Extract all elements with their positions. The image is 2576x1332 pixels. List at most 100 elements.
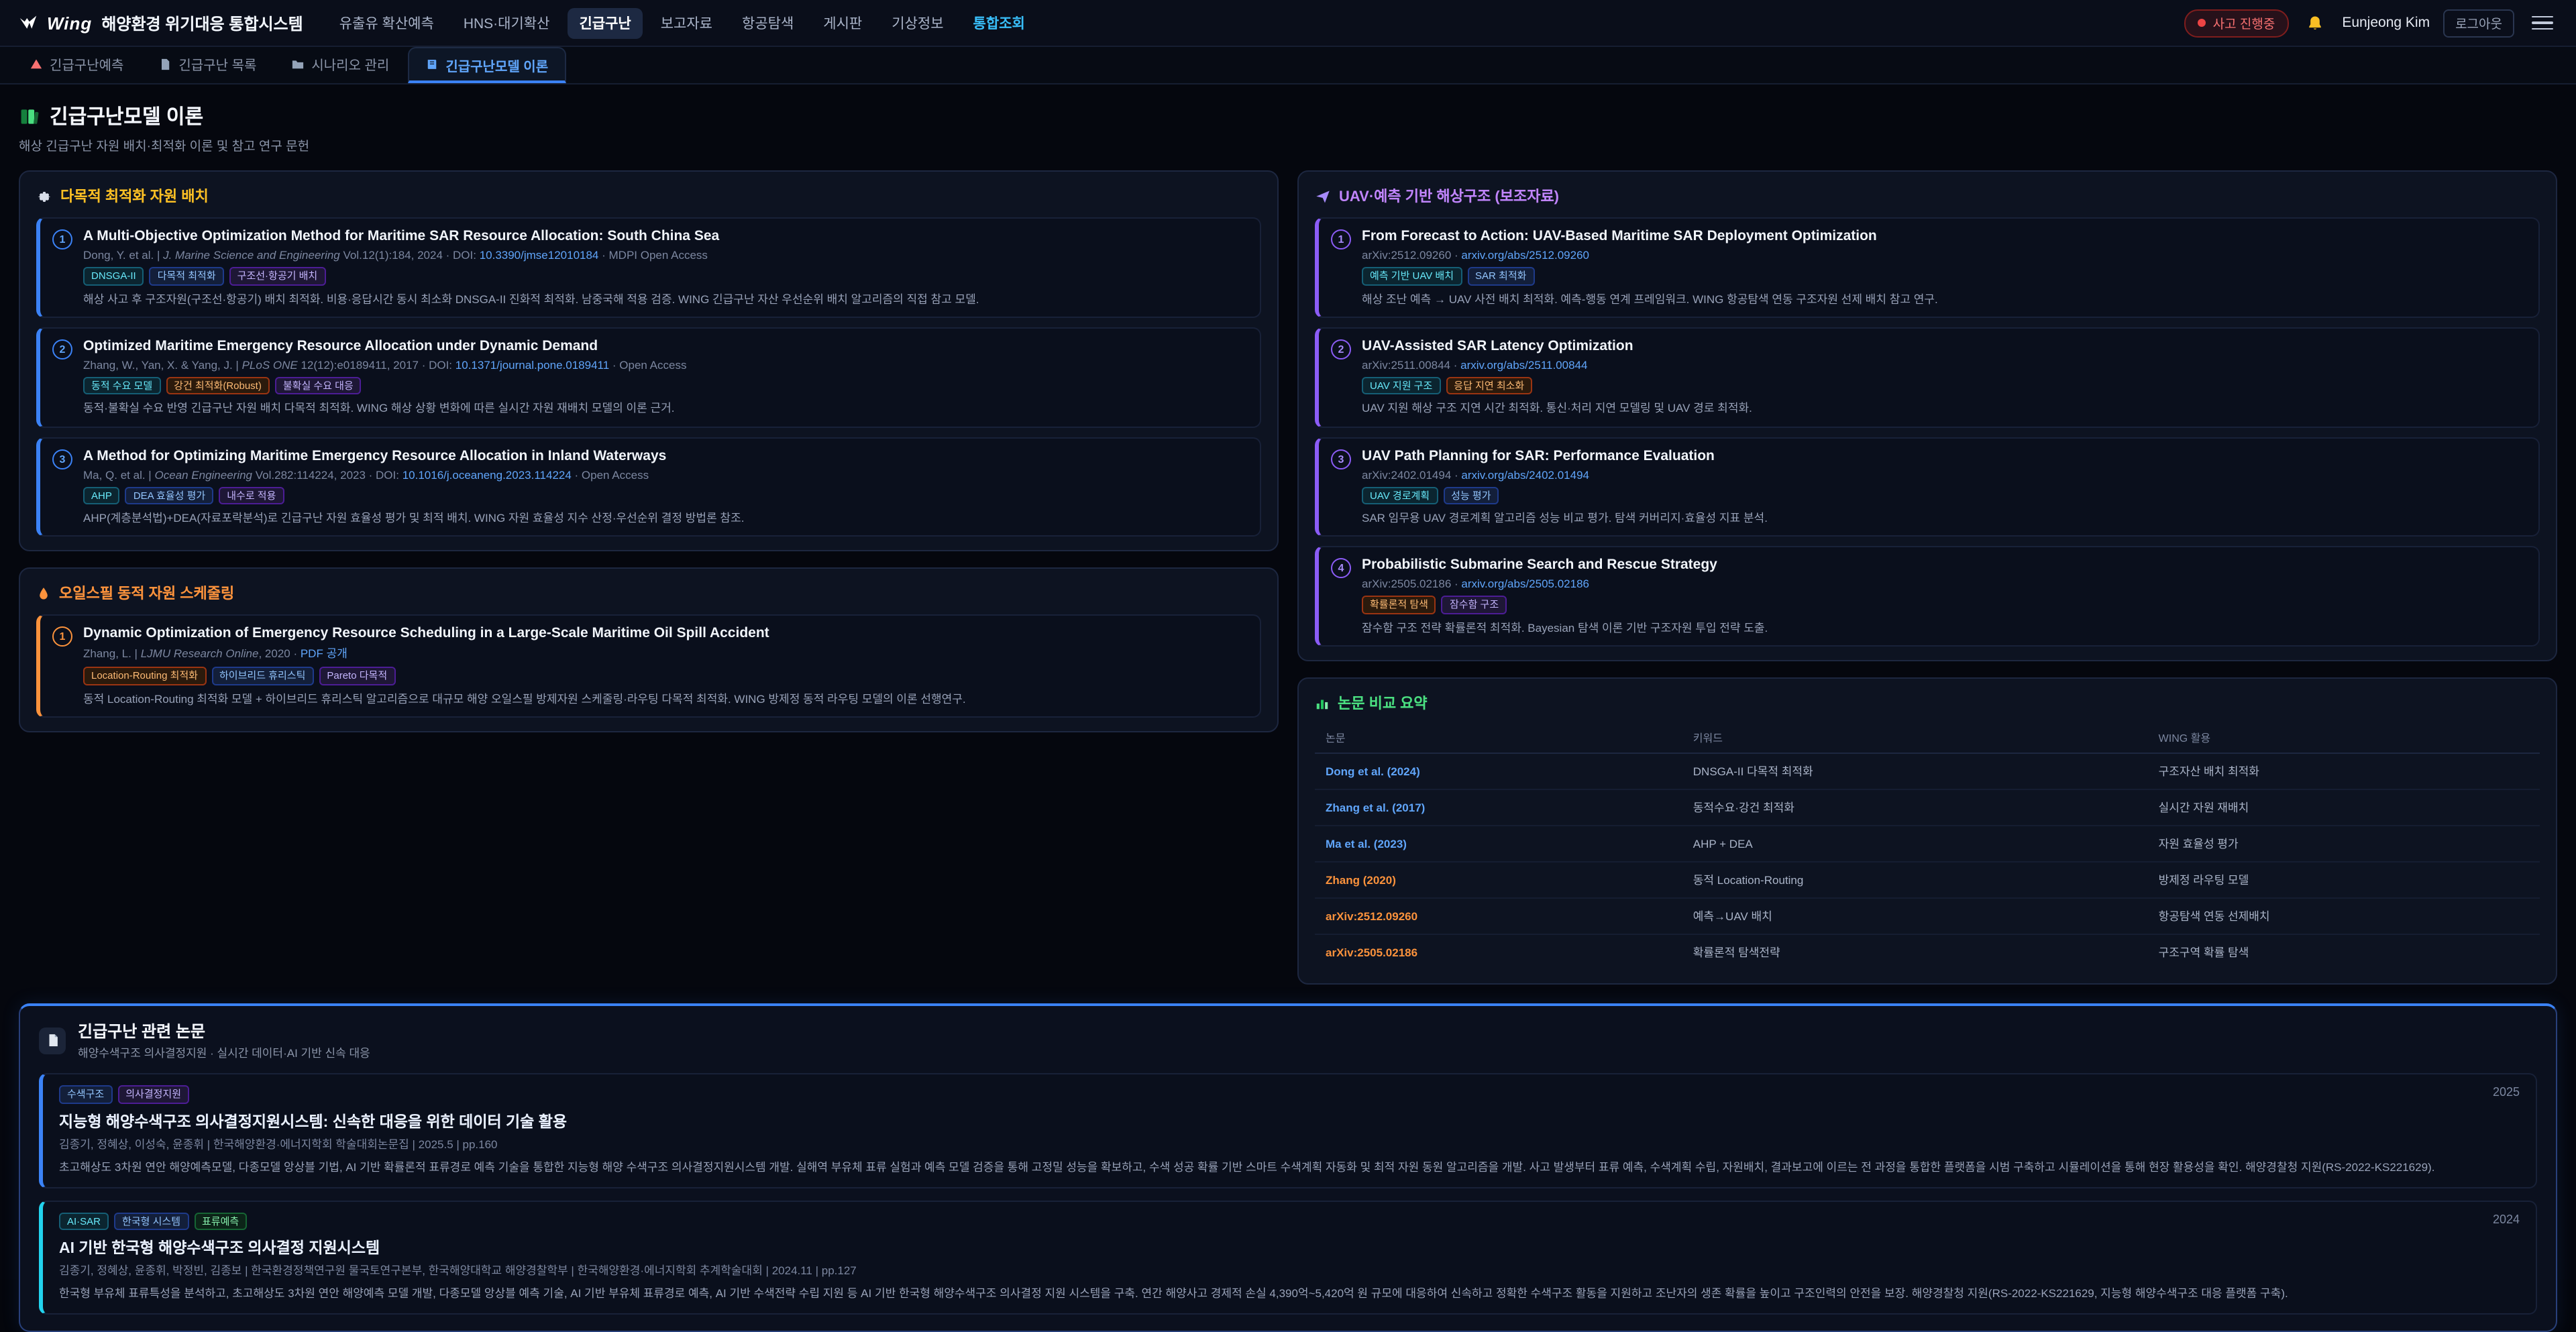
- paper-number: 1: [1331, 229, 1351, 249]
- paper-link[interactable]: Zhang et al. (2017): [1315, 790, 1682, 826]
- arxiv-id: arXiv:2505.02186 ·: [1362, 577, 1461, 591]
- section-oil-spill-scheduling: 오일스필 동적 자원 스케줄링 1 Dynamic Optimization o…: [19, 568, 1279, 733]
- nav-item-hns[interactable]: HNS·대기확산: [451, 7, 562, 38]
- logout-button[interactable]: 로그아웃: [2443, 9, 2514, 37]
- tag: 한국형 시스템: [114, 1212, 189, 1230]
- gear-icon: [36, 188, 52, 204]
- arxiv-link[interactable]: arxiv.org/abs/2512.09260: [1461, 248, 1589, 262]
- nav-item-integrated-search[interactable]: 통합조회: [961, 7, 1037, 38]
- tag: SAR 최적화: [1467, 267, 1534, 285]
- tag: UAV 지원 구조: [1362, 377, 1440, 395]
- section-title: 논문 비교 요약: [1338, 693, 1428, 714]
- paper-title: 지능형 해양수색구조 의사결정지원시스템: 신속한 대응을 위한 데이터 기술 …: [59, 1111, 2520, 1132]
- paper-link[interactable]: Ma et al. (2023): [1315, 826, 1682, 863]
- paper-link[interactable]: Dong et al. (2024): [1315, 754, 1682, 790]
- column-header: WING 활용: [2148, 725, 2540, 754]
- paper-tags: 수색구조 의사결정지원: [59, 1086, 2520, 1104]
- paper-link[interactable]: Zhang (2020): [1315, 863, 1682, 899]
- doi-link[interactable]: 10.1371/journal.pone.0189411: [455, 358, 609, 372]
- tag: 불확실 수요 대응: [275, 377, 362, 395]
- tab-scenario-management[interactable]: 시나리오 관리: [275, 47, 405, 83]
- paper-journal: Ocean Engineering: [154, 467, 252, 481]
- paper-link[interactable]: arXiv:2512.09260: [1315, 899, 1682, 935]
- tag: 확률론적 탐색: [1362, 596, 1436, 614]
- tag: Location-Routing 최적화: [83, 667, 206, 685]
- incident-status-badge[interactable]: 사고 진행중: [2185, 9, 2289, 37]
- doi-link[interactable]: 10.3390/jmse12010184: [480, 248, 599, 262]
- sub-tab-bar: 긴급구난예측 긴급구난 목록 시나리오 관리 긴급구난모델 이론: [0, 47, 2576, 85]
- paper-meta: Ma, Q. et al. | Ocean Engineering Vol.28…: [83, 467, 1248, 481]
- doi-link[interactable]: 10.1016/j.oceaneng.2023.114224: [402, 467, 572, 481]
- nav-item-rescue[interactable]: 긴급구난: [567, 7, 643, 38]
- paper-description: SAR 임무용 UAV 경로계획 알고리즘 성능 비교 평가. 탐색 커버리지·…: [1362, 510, 2526, 526]
- tag: 구조선·항공기 배치: [229, 267, 326, 285]
- paper-link[interactable]: arXiv:2505.02186: [1315, 935, 1682, 970]
- paper-authors: 김종기, 정혜상, 이성숙, 윤종휘 | 한국해양환경·에너지학회 학술대회논문…: [59, 1136, 2520, 1152]
- droplet-icon: [36, 586, 51, 601]
- tag: 내수로 적용: [219, 486, 284, 504]
- paper-description: 잠수함 구조 전략 확률론적 최적화. Bayesian 탐색 이론 기반 구조…: [1362, 620, 2526, 636]
- bar-chart-icon: [1315, 696, 1330, 711]
- paper-title: UAV Path Planning for SAR: Performance E…: [1362, 447, 2526, 463]
- logo-text: Wing: [47, 13, 92, 33]
- paper-authors: Ma, Q. et al. |: [83, 467, 154, 481]
- tag: UAV 경로계획: [1362, 486, 1438, 504]
- incident-status-label: 사고 진행중: [2213, 13, 2275, 32]
- arxiv-link[interactable]: arxiv.org/abs/2511.00844: [1460, 358, 1587, 372]
- paper-description: 동적·불확실 수요 반영 긴급구난 자원 배치 다목적 최적화. WING 해상…: [83, 400, 1248, 417]
- arxiv-id: arXiv:2511.00844 ·: [1362, 358, 1460, 372]
- tag: 응답 지연 최소화: [1446, 377, 1532, 395]
- usage-cell: 항공탐색 연동 선제배치: [2148, 899, 2540, 935]
- nav-item-reports[interactable]: 보고자료: [649, 7, 724, 38]
- nav-item-aerial-search[interactable]: 항공탐색: [730, 7, 806, 38]
- page-title: 긴급구난모델 이론: [50, 102, 203, 130]
- paper-title: A Method for Optimizing Maritime Emergen…: [83, 447, 1248, 463]
- arxiv-id: arXiv:2512.09260 ·: [1362, 248, 1461, 262]
- arxiv-link[interactable]: arxiv.org/abs/2505.02186: [1461, 577, 1589, 591]
- tag: 잠수함 구조: [1442, 596, 1507, 614]
- nav-item-weather[interactable]: 기상정보: [879, 7, 955, 38]
- section-title: 다목적 최적화 자원 배치: [60, 185, 209, 207]
- usage-cell: 구조자산 배치 최적화: [2148, 754, 2540, 790]
- paper-title: From Forecast to Action: UAV-Based Marit…: [1362, 228, 2526, 244]
- tag: DEA 효율성 평가: [125, 486, 213, 504]
- tab-rescue-list[interactable]: 긴급구난 목록: [142, 47, 272, 83]
- arxiv-link[interactable]: arxiv.org/abs/2402.01494: [1461, 467, 1589, 481]
- paper-tags: AHP DEA 효율성 평가 내수로 적용: [83, 486, 1248, 504]
- paper-authors: Dong, Y. et al. |: [83, 248, 163, 262]
- nav-item-oil-spill[interactable]: 유출유 확산예측: [327, 7, 446, 38]
- paper-item: 3 A Method for Optimizing Maritime Emerg…: [36, 437, 1261, 537]
- tab-rescue-model-theory[interactable]: 긴급구난모델 이론: [408, 47, 566, 83]
- paper-year: 2024: [2493, 1212, 2520, 1225]
- books-icon: [19, 105, 40, 127]
- keyword-cell: DNSGA-II 다목적 최적화: [1682, 754, 2148, 790]
- paper-volume: 12(12):e0189411, 2017 · DOI:: [298, 358, 455, 372]
- page-header: 긴급구난모델 이론 해상 긴급구난 자원 배치·최적화 이론 및 참고 연구 문…: [0, 85, 2576, 160]
- folder-icon: [291, 57, 305, 70]
- paper-year: 2025: [2493, 1086, 2520, 1099]
- paper-authors: 김종기, 정혜상, 윤종휘, 박정빈, 김종보 | 한국환경정책연구원 물국토연…: [59, 1262, 2520, 1278]
- red-dot-icon: [2198, 19, 2206, 27]
- pdf-link[interactable]: PDF 공개: [301, 647, 347, 661]
- hamburger-menu-icon[interactable]: [2528, 11, 2557, 34]
- paper-abstract: 한국형 부유체 표류특성을 분석하고, 초고해상도 3차원 연안 해양예측 모델…: [59, 1285, 2520, 1302]
- table-row: Dong et al. (2024) DNSGA-II 다목적 최적화 구조자산…: [1315, 754, 2540, 790]
- user-name: Eunjeong Kim: [2342, 15, 2430, 31]
- left-column: 다목적 최적화 자원 배치 1 A Multi-Objective Optimi…: [19, 170, 1279, 733]
- tab-rescue-prediction[interactable]: 긴급구난예측: [13, 47, 140, 83]
- keyword-cell: 동적 Location-Routing: [1682, 863, 2148, 899]
- notification-bell-icon[interactable]: [2302, 9, 2328, 36]
- paper-title: Dynamic Optimization of Emergency Resour…: [83, 626, 1248, 642]
- nav-item-board[interactable]: 게시판: [811, 7, 874, 38]
- right-column: UAV·예측 기반 해상구조 (보조자료) 1 From Forecast to…: [1297, 170, 2557, 985]
- paper-meta: Zhang, W., Yan, X. & Yang, J. | PLoS ONE…: [83, 358, 1248, 372]
- system-title: 해양환경 위기대응 통합시스템: [101, 11, 303, 34]
- keyword-cell: 확률론적 탐색전략: [1682, 935, 2148, 970]
- arxiv-id: arXiv:2402.01494 ·: [1362, 467, 1461, 481]
- paper-number: 1: [52, 627, 72, 647]
- paper-tags: DNSGA-II 다목적 최적화 구조선·항공기 배치: [83, 267, 1248, 285]
- tag: AHP: [83, 486, 120, 504]
- paper-meta: Zhang, L. | LJMU Research Online, 2020 ·…: [83, 646, 1248, 662]
- paper-item: 4 Probabilistic Submarine Search and Res…: [1315, 547, 2540, 647]
- brand[interactable]: Wing 해양환경 위기대응 통합시스템: [19, 11, 303, 34]
